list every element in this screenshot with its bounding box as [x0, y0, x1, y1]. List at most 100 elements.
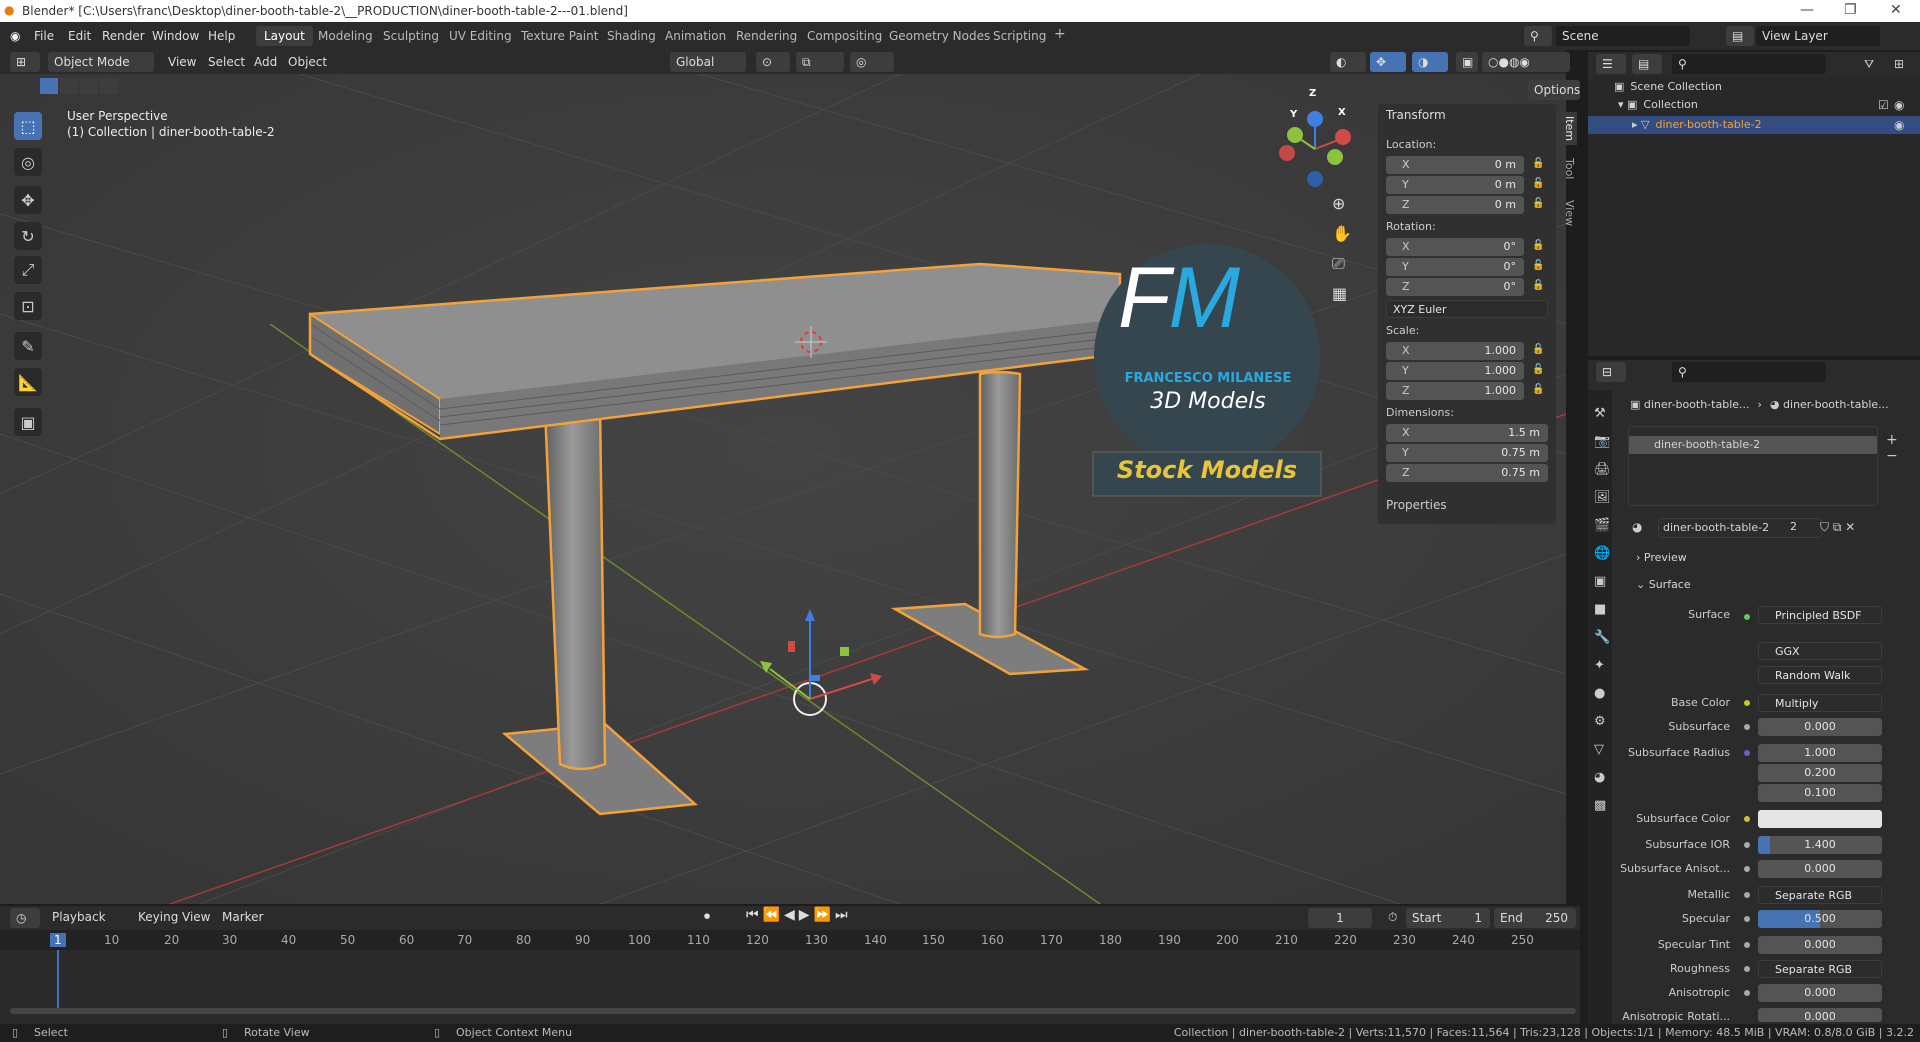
tab-rendering[interactable]: Rendering: [736, 29, 797, 43]
dimensions-z-field[interactable]: Z 0.75 m: [1386, 464, 1548, 482]
menu-view[interactable]: View: [168, 55, 196, 69]
perspective-grid-icon[interactable]: ▦: [1332, 284, 1347, 303]
selection-mode-buttons[interactable]: [40, 78, 140, 98]
display-mode-icon[interactable]: ▤: [1632, 54, 1662, 74]
outliner-search-input[interactable]: ⚲: [1672, 54, 1826, 74]
surface-shader-field[interactable]: Principled BSDF: [1758, 606, 1882, 624]
blender-menu-icon[interactable]: ◉: [10, 29, 20, 43]
rotation-x-field[interactable]: X 0°: [1386, 238, 1524, 256]
tab-layout[interactable]: Layout: [256, 26, 313, 46]
properties-search-input[interactable]: ⚲: [1672, 362, 1826, 382]
material-slot-list[interactable]: [1628, 426, 1878, 506]
rotation-z-field[interactable]: Z 0°: [1386, 278, 1524, 296]
subsurface-method-dropdown[interactable]: Random Walk: [1758, 666, 1882, 684]
tab-animation[interactable]: Animation: [665, 29, 726, 43]
preview-panel[interactable]: › Preview: [1636, 551, 1687, 564]
menu-select[interactable]: Select: [208, 55, 245, 69]
pivot-icon[interactable]: ⊙: [756, 52, 790, 72]
end-frame-field[interactable]: End 250: [1494, 908, 1576, 928]
transform-orientation[interactable]: Global: [670, 52, 746, 72]
timeline-ruler[interactable]: 1 10 20 30 40 50 60 70 80 90 100 110 120…: [0, 930, 1580, 950]
lock-icon[interactable]: 🔓: [1532, 178, 1544, 189]
scale-z-field[interactable]: Z 1.000: [1386, 382, 1524, 400]
subsurface-radius-z-field[interactable]: 0.100: [1758, 784, 1882, 802]
base-color-field[interactable]: Multiply: [1758, 694, 1882, 712]
scene-icon[interactable]: ⚲: [1524, 26, 1552, 46]
view-layer-icon[interactable]: ▤: [1726, 26, 1754, 46]
socket-dot[interactable]: [1744, 842, 1750, 848]
lock-icon[interactable]: 🔓: [1532, 280, 1544, 291]
subsurface-color-swatch[interactable]: [1758, 810, 1882, 828]
tab-uv-editing[interactable]: UV Editing: [449, 29, 512, 43]
dimensions-y-field[interactable]: Y 0.75 m: [1386, 444, 1548, 462]
socket-dot[interactable]: [1744, 724, 1750, 730]
slot-add-remove-icons[interactable]: + −: [1886, 432, 1898, 464]
keying-menu[interactable]: Keying: [138, 910, 178, 924]
tab-compositing[interactable]: Compositing: [807, 29, 882, 43]
cursor-tool-icon[interactable]: ◎: [14, 148, 42, 176]
sidebar-tab-view[interactable]: View: [1562, 196, 1577, 230]
current-frame-field[interactable]: 1: [1308, 908, 1372, 928]
dimensions-x-field[interactable]: X 1.5 m: [1386, 424, 1548, 442]
lock-icon[interactable]: 🔓: [1532, 240, 1544, 251]
material-fake-user-icons[interactable]: ⛉ ⧉ ✕: [1820, 520, 1855, 535]
menu-help[interactable]: Help: [208, 29, 235, 43]
rotate-tool-icon[interactable]: ↻: [14, 222, 42, 250]
subsurface-radius-y-field[interactable]: 0.200: [1758, 764, 1882, 782]
distribution-dropdown[interactable]: GGX: [1758, 642, 1882, 660]
tab-modeling[interactable]: Modeling: [318, 29, 373, 43]
anisotropic-field[interactable]: 0.000: [1758, 984, 1882, 1002]
material-users-count[interactable]: 2: [1790, 520, 1810, 533]
overlay-toggle-icon[interactable]: ◑: [1412, 52, 1448, 72]
socket-dot[interactable]: [1744, 816, 1750, 822]
socket-dot[interactable]: [1744, 892, 1750, 898]
tab-scripting[interactable]: Scripting: [993, 29, 1046, 43]
exclude-checkbox[interactable]: ☑: [1878, 98, 1889, 112]
location-y-field[interactable]: Y0 m: [1386, 176, 1524, 194]
xray-icon[interactable]: ▣: [1456, 52, 1478, 72]
filter-icon[interactable]: ⛛: [1864, 57, 1874, 72]
anisotropic-rotation-field[interactable]: 0.000: [1758, 1008, 1882, 1023]
options-button[interactable]: Options: [1528, 80, 1580, 100]
minimize-icon[interactable]: —: [1800, 2, 1814, 18]
tab-sculpting[interactable]: Sculpting: [383, 29, 439, 43]
select-box-tool-icon[interactable]: ⬚: [14, 112, 42, 140]
scale-tool-icon[interactable]: ⤢: [14, 256, 42, 284]
tab-texture-paint[interactable]: Texture Paint: [521, 29, 598, 43]
view-layer-selector[interactable]: View Layer: [1756, 26, 1880, 46]
transform-tool-icon[interactable]: ⊡: [14, 292, 42, 320]
tab-shading[interactable]: Shading: [607, 29, 656, 43]
annotate-tool-icon[interactable]: ✎: [14, 332, 42, 360]
lock-icon[interactable]: 🔓: [1532, 198, 1544, 209]
menu-render[interactable]: Render: [102, 29, 145, 43]
subsurface-field[interactable]: 0.000: [1758, 718, 1882, 736]
scale-x-field[interactable]: X 1.000: [1386, 342, 1524, 360]
lock-icon[interactable]: 🔓: [1532, 364, 1544, 375]
measure-tool-icon[interactable]: 📐: [14, 368, 42, 396]
shading-modes[interactable]: ○●◍◉: [1482, 52, 1570, 72]
preview-range-icon[interactable]: ⏱: [1388, 910, 1397, 925]
subsurface-ior-field[interactable]: 1.400: [1758, 836, 1882, 854]
socket-dot[interactable]: [1744, 966, 1750, 972]
record-icon[interactable]: ⏺: [704, 909, 710, 924]
material-browse-icon[interactable]: ◕: [1632, 520, 1642, 534]
socket-dot[interactable]: [1744, 916, 1750, 922]
lock-icon[interactable]: 🔓: [1532, 344, 1544, 355]
specular-field[interactable]: 0.500: [1758, 910, 1882, 928]
tab-geometry-nodes[interactable]: Geometry Nodes: [889, 29, 990, 43]
lock-icon[interactable]: 🔓: [1532, 384, 1544, 395]
move-tool-icon[interactable]: ✥: [14, 186, 42, 214]
menu-add[interactable]: Add: [254, 55, 277, 69]
timeline-editor-icon[interactable]: ◷: [10, 908, 40, 928]
outliner-object-item[interactable]: ▸ ▽ diner-booth-table-2: [1632, 118, 1762, 131]
zoom-icon[interactable]: ⊕: [1332, 194, 1345, 213]
lock-icon[interactable]: 🔓: [1532, 260, 1544, 271]
menu-edit[interactable]: Edit: [68, 29, 91, 43]
socket-dot[interactable]: [1744, 750, 1750, 756]
menu-window[interactable]: Window: [152, 29, 199, 43]
properties-subpanel[interactable]: Properties: [1386, 498, 1447, 512]
add-cube-tool-icon[interactable]: ▣: [14, 408, 42, 436]
lock-icon[interactable]: 🔓: [1532, 158, 1544, 169]
outliner-editor-icon[interactable]: ☰: [1596, 54, 1626, 74]
subsurface-radius-x-field[interactable]: 1.000: [1758, 744, 1882, 762]
